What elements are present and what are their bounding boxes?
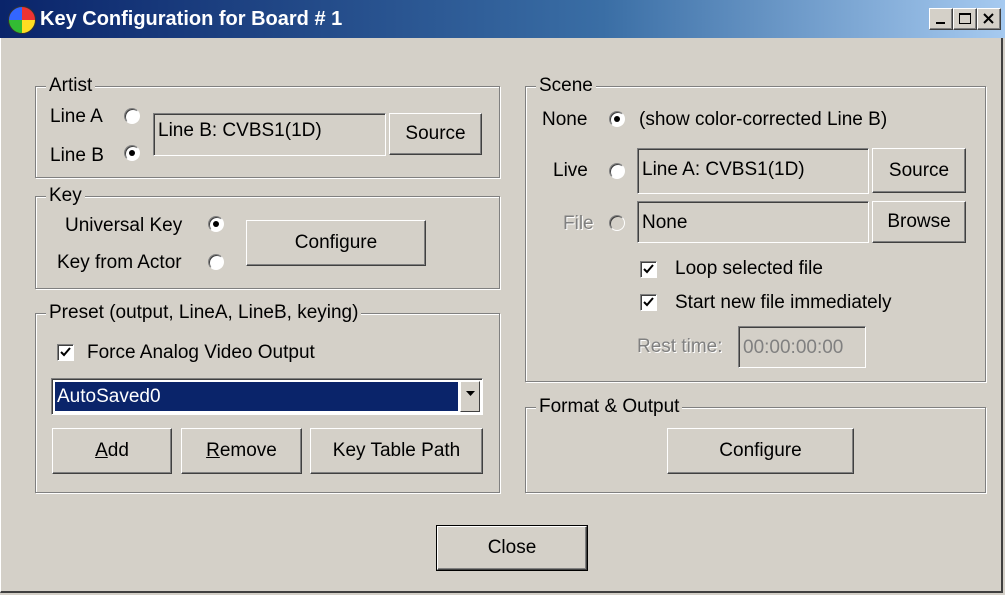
key-legend: Key [46,185,85,207]
checkmark-icon [643,297,654,307]
artist-source-button[interactable]: Source [389,113,482,155]
start-new-label: Start new file immediately [675,292,892,313]
start-new-checkbox[interactable] [640,294,657,311]
scene-none-note: (show color-corrected Line B) [639,109,888,130]
universal-key-label: Universal Key [65,215,183,236]
scene-none-radio[interactable] [609,111,625,127]
loop-label: Loop selected file [675,258,823,279]
close-icon [983,13,994,24]
key-configure-button[interactable]: Configure [246,220,426,266]
force-analog-label: Force Analog Video Output [87,342,315,363]
preset-combo-dropdown-button[interactable] [460,381,480,412]
scene-live-field: Line A: CVBS1(1D) [637,148,869,194]
scene-file-field: None [637,201,869,243]
checkmark-icon [643,264,654,274]
browse-button[interactable]: Browse [872,201,966,243]
preset-combo[interactable]: AutoSaved0 [51,378,483,415]
line-b-label: Line B [50,145,104,166]
remove-button-label: emove [219,440,277,461]
chevron-down-icon [466,391,475,396]
add-button-label: dd [107,440,129,461]
maximize-button[interactable] [953,8,977,30]
format-configure-button[interactable]: Configure [667,428,854,474]
scene-live-radio[interactable] [609,163,625,179]
rest-time-field[interactable]: 00:00:00:00 [738,326,866,368]
minimize-button[interactable] [929,8,953,30]
close-button[interactable]: Close [436,525,588,571]
title-bar: Key Configuration for Board # 1 [0,0,1005,38]
line-a-radio[interactable] [124,108,140,124]
remove-button[interactable]: Remove [181,428,302,474]
force-analog-checkbox[interactable] [57,344,74,361]
line-a-label: Line A [50,106,103,127]
remove-button-mnemonic: R [206,440,220,461]
artist-source-field: Line B: CVBS1(1D) [153,113,386,156]
preset-legend: Preset (output, LineA, LineB, keying) [46,302,362,324]
scene-live-source-button[interactable]: Source [872,148,966,193]
scene-live-label: Live [553,160,588,181]
close-window-button[interactable] [977,8,1001,30]
maximize-icon [959,13,971,24]
universal-key-radio[interactable] [208,216,224,232]
format-output-legend: Format & Output [536,396,683,418]
scene-file-radio[interactable] [609,215,625,231]
preset-combo-value: AutoSaved0 [55,382,458,411]
key-from-actor-label: Key from Actor [57,252,182,273]
scene-legend: Scene [536,75,596,97]
key-from-actor-radio[interactable] [208,254,224,270]
loop-checkbox[interactable] [640,261,657,278]
artist-legend: Artist [46,75,96,97]
add-button-mnemonic: A [95,440,108,461]
line-b-radio[interactable] [124,145,140,161]
minimize-icon [936,22,945,24]
key-table-path-button[interactable]: Key Table Path [310,428,483,474]
window-title: Key Configuration for Board # 1 [40,8,343,30]
scene-file-label: File [563,213,594,234]
rest-time-label: Rest time: [637,336,723,357]
app-icon[interactable] [8,6,36,34]
scene-none-label: None [542,109,588,130]
add-button[interactable]: Add [52,428,172,474]
checkmark-icon [60,347,71,357]
